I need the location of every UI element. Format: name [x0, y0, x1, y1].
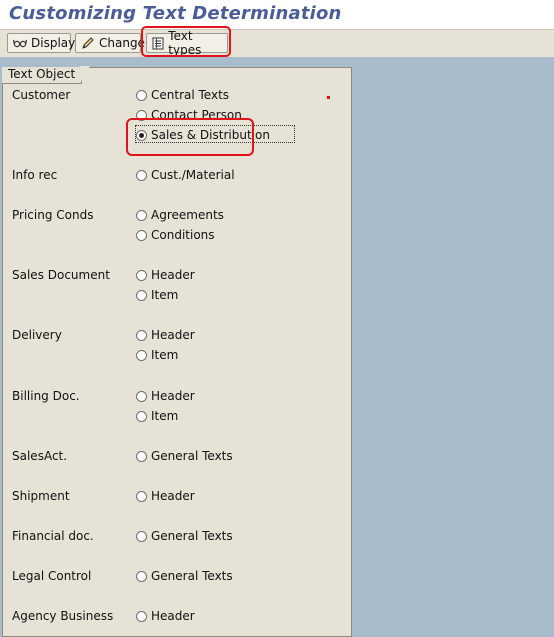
red-marker — [327, 96, 330, 99]
display-button[interactable]: Display — [7, 33, 75, 53]
group-label-billing-doc: Billing Doc. — [12, 389, 80, 403]
radio-billing-header[interactable]: Header — [136, 388, 195, 404]
radio-button[interactable] — [136, 450, 147, 462]
option-label: Item — [151, 348, 179, 362]
title-bar: Customizing Text Determination — [0, 0, 554, 29]
display-button-label: Display — [31, 36, 76, 50]
radio-central-texts[interactable]: Central Texts — [136, 87, 229, 103]
option-label: Item — [151, 409, 179, 423]
group-label-pricing-conds: Pricing Conds — [12, 208, 94, 222]
radio-button[interactable] — [136, 490, 147, 502]
highlight-text-types — [141, 26, 231, 57]
pencil-icon — [81, 36, 95, 50]
group-label-financial-doc: Financial doc. — [12, 529, 94, 543]
option-label: General Texts — [151, 449, 233, 463]
option-label: Agreements — [151, 208, 224, 222]
option-label: Header — [151, 328, 195, 342]
radio-button[interactable] — [136, 209, 147, 221]
option-label: General Texts — [151, 569, 233, 583]
radio-conditions[interactable]: Conditions — [136, 227, 215, 243]
option-label: Header — [151, 268, 195, 282]
radio-button[interactable] — [136, 610, 147, 622]
radio-button[interactable] — [136, 289, 147, 301]
group-label-salesact: SalesAct. — [12, 449, 68, 463]
option-label: Header — [151, 389, 195, 403]
radio-sales-doc-item[interactable]: Item — [136, 287, 178, 303]
radio-sales-doc-header[interactable]: Header — [136, 267, 195, 283]
radio-salesact-general-texts[interactable]: General Texts — [136, 448, 233, 464]
radio-billing-item[interactable]: Item — [136, 408, 178, 424]
text-object-tab: Text Object — [2, 66, 91, 84]
group-label-agency-business: Agency Business — [12, 609, 114, 623]
radio-button[interactable] — [136, 570, 147, 582]
radio-agreements[interactable]: Agreements — [136, 207, 224, 223]
option-label: Central Texts — [151, 88, 230, 102]
group-label-sales-document: Sales Document — [12, 268, 110, 282]
radio-agency-header[interactable]: Header — [136, 608, 195, 624]
radio-delivery-header[interactable]: Header — [136, 327, 195, 343]
highlight-sales-distribution — [126, 118, 254, 156]
option-label: Cust./Material — [151, 168, 235, 182]
group-label-shipment: Shipment — [12, 489, 70, 503]
radio-button[interactable] — [136, 229, 147, 241]
change-button-label: Change — [99, 36, 145, 50]
option-label: Header — [151, 609, 195, 623]
page-title: Customizing Text Determination — [9, 3, 342, 24]
group-label-customer: Customer — [12, 88, 71, 102]
radio-button[interactable] — [136, 390, 147, 402]
group-label-info-rec: Info rec — [12, 168, 58, 182]
radio-cust-material[interactable]: Cust./Material — [136, 167, 235, 183]
option-label: Item — [151, 288, 179, 302]
change-button[interactable]: Change — [75, 33, 145, 53]
glasses-icon — [13, 36, 27, 50]
group-label-legal-control: Legal Control — [12, 569, 92, 583]
radio-legal-general-texts[interactable]: General Texts — [136, 568, 233, 584]
option-label: Header — [151, 489, 195, 503]
radio-shipment-header[interactable]: Header — [136, 488, 195, 504]
radio-financial-general-texts[interactable]: General Texts — [136, 528, 233, 544]
option-label: General Texts — [151, 529, 233, 543]
radio-button[interactable] — [136, 169, 147, 181]
radio-delivery-item[interactable]: Item — [136, 347, 178, 363]
radio-button[interactable] — [136, 89, 147, 101]
radio-button[interactable] — [136, 349, 147, 361]
radio-button[interactable] — [136, 269, 147, 281]
group-label-delivery: Delivery — [12, 328, 62, 342]
option-label: Conditions — [151, 228, 215, 242]
radio-button[interactable] — [136, 329, 147, 341]
application-toolbar: Display Change Text types — [0, 29, 554, 57]
radio-button[interactable] — [136, 410, 147, 422]
radio-button[interactable] — [136, 530, 147, 542]
